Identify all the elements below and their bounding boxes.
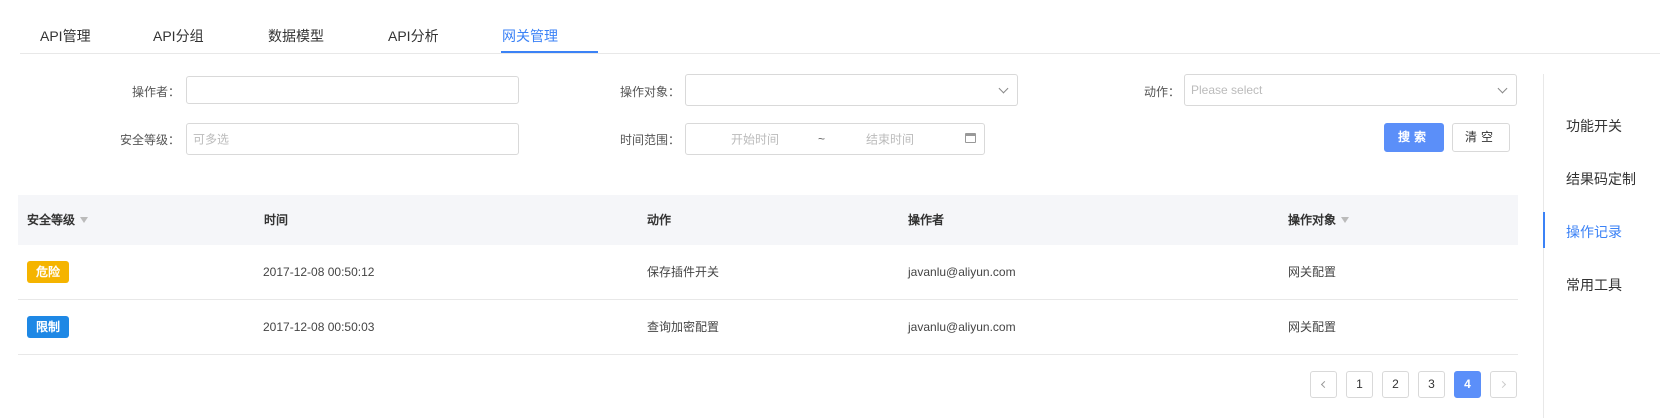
row-action: 保存插件开关 <box>647 265 720 279</box>
time-range-separator: ~ <box>818 132 826 146</box>
clear-button[interactable]: 清空 <box>1452 123 1510 152</box>
side-nav-item-feature-switch[interactable]: 功能开关 <box>1566 116 1622 136</box>
table-row: 限制 2017-12-08 00:50:03 查询加密配置 javanlu@al… <box>18 300 1518 355</box>
level-multiselect[interactable]: 可多选 <box>186 123 519 155</box>
pagination-page-1[interactable]: 1 <box>1346 371 1373 398</box>
tab-gateway-management[interactable]: 网关管理 <box>502 26 558 46</box>
pagination-page-3[interactable]: 3 <box>1418 371 1445 398</box>
column-header-action: 动作 <box>647 213 672 227</box>
target-select[interactable] <box>685 74 1018 106</box>
tab-api-groups[interactable]: API分组 <box>153 26 204 46</box>
level-badge-danger: 危险 <box>27 261 70 283</box>
pagination-prev-button[interactable] <box>1310 371 1337 398</box>
operator-input[interactable] <box>186 76 519 104</box>
side-nav-active-indicator <box>1543 212 1545 248</box>
operation-log-table: 安全等级 时间 动作 操作者 操作对象 危险 2017-12-08 00:50:… <box>18 195 1518 355</box>
target-label: 操作对象： <box>619 85 680 99</box>
column-header-target: 操作对象 <box>1288 195 1350 245</box>
table-header: 安全等级 时间 动作 操作者 操作对象 <box>18 195 1518 245</box>
time-start-input[interactable]: 开始时间 <box>731 131 779 148</box>
chevron-left-icon <box>1320 380 1329 389</box>
filter-icon[interactable] <box>1341 216 1350 223</box>
chevron-down-icon <box>1497 83 1508 94</box>
tab-data-models[interactable]: 数据模型 <box>268 26 324 46</box>
search-button[interactable]: 搜索 <box>1384 123 1444 152</box>
row-action: 查询加密配置 <box>647 320 720 334</box>
row-operator: javanlu@aliyun.com <box>908 320 1016 334</box>
tab-api-management[interactable]: API管理 <box>40 26 91 46</box>
pagination-page-4[interactable]: 4 <box>1454 371 1481 398</box>
chevron-right-icon <box>1498 380 1507 389</box>
action-select[interactable]: Please select <box>1184 74 1517 106</box>
row-time: 2017-12-08 00:50:12 <box>263 265 375 279</box>
tab-api-analysis[interactable]: API分析 <box>388 26 439 46</box>
time-end-input[interactable]: 结束时间 <box>866 131 914 148</box>
row-target: 网关配置 <box>1288 320 1337 334</box>
side-nav-item-common-tools[interactable]: 常用工具 <box>1566 275 1622 295</box>
side-nav: 功能开关 结果码定制 操作记录 常用工具 <box>1543 74 1678 418</box>
column-header-operator: 操作者 <box>908 213 945 227</box>
side-nav-item-result-code[interactable]: 结果码定制 <box>1566 169 1636 189</box>
operator-label: 操作者： <box>131 85 180 99</box>
calendar-icon <box>965 133 976 143</box>
action-label: 动作： <box>1143 85 1180 99</box>
pagination-next-button[interactable] <box>1490 371 1517 398</box>
level-badge-limit: 限制 <box>27 316 70 338</box>
column-header-time: 时间 <box>264 213 289 227</box>
top-tab-bar: API管理 API分组 数据模型 API分析 网关管理 <box>20 0 1660 54</box>
row-target: 网关配置 <box>1288 265 1337 279</box>
time-range-label: 时间范围： <box>619 133 680 147</box>
active-tab-indicator <box>501 51 598 53</box>
row-operator: javanlu@aliyun.com <box>908 265 1016 279</box>
level-label: 安全等级： <box>119 133 180 147</box>
pagination-page-2[interactable]: 2 <box>1382 371 1409 398</box>
table-row: 危险 2017-12-08 00:50:12 保存插件开关 javanlu@al… <box>18 245 1518 300</box>
column-header-level: 安全等级 <box>27 195 89 245</box>
time-range-picker[interactable]: 开始时间 ~ 结束时间 <box>685 123 985 155</box>
filter-icon[interactable] <box>80 216 89 223</box>
side-nav-item-operation-log[interactable]: 操作记录 <box>1566 222 1622 242</box>
row-time: 2017-12-08 00:50:03 <box>263 320 375 334</box>
chevron-down-icon <box>998 83 1009 94</box>
